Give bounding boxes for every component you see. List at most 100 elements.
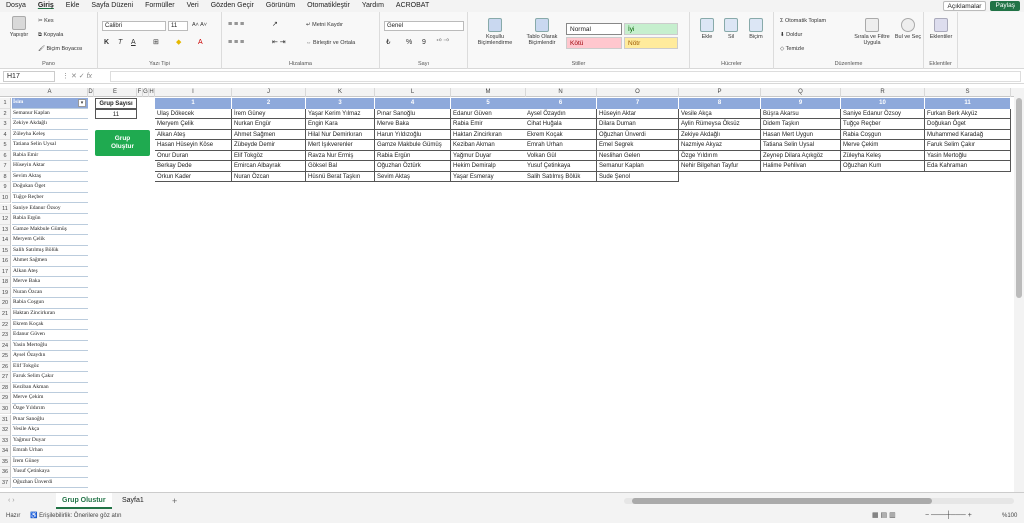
name-cell[interactable]: Hüseyin Aktar — [12, 161, 88, 172]
menu-item-0[interactable]: Dosya — [0, 0, 32, 12]
row-header[interactable]: 27 — [0, 372, 11, 383]
name-cell[interactable]: Zekiye Akdağlı — [12, 119, 88, 130]
row-header[interactable]: 18 — [0, 277, 11, 288]
name-cell[interactable]: Semanur Kaplan — [12, 109, 88, 120]
row-header[interactable]: 32 — [0, 425, 11, 436]
align-left-icons[interactable]: ≡ ≡ ≡ — [228, 39, 244, 46]
menu-item-5[interactable]: Veri — [181, 0, 205, 12]
style-neutral[interactable]: Nötr — [624, 37, 678, 49]
filter-dropdown-icon[interactable]: ▾ — [78, 99, 86, 107]
addins-button[interactable]: Eklentiler — [926, 18, 956, 40]
merge-center-button[interactable]: ⇔ Birleştir ve Ortala — [306, 40, 355, 47]
name-cell[interactable]: Merve Baka — [12, 277, 88, 288]
group-member-cell[interactable]: Neslihan Gelen — [597, 150, 679, 162]
row-header[interactable]: 28 — [0, 382, 11, 394]
name-box[interactable]: H17 — [3, 71, 55, 82]
name-cell[interactable]: Elif Tokgöz — [12, 362, 88, 373]
row-header[interactable]: 36 — [0, 467, 11, 478]
column-header-L[interactable]: L — [375, 88, 451, 97]
group-member-cell[interactable]: Yağmur Duyar — [451, 150, 526, 162]
group-member-cell[interactable]: Merve Çekim — [841, 140, 925, 151]
group-member-cell[interactable]: Aylin Rümeysa Öksüz — [679, 119, 761, 130]
group-member-cell[interactable]: Dilara Duman — [597, 119, 679, 130]
row-header[interactable]: 29 — [0, 393, 11, 404]
group-member-cell[interactable]: Didem Taşkın — [761, 119, 841, 130]
row-header[interactable]: 24 — [0, 340, 11, 352]
row-header[interactable]: 12 — [0, 214, 11, 225]
row-header[interactable]: 4 — [0, 129, 11, 141]
name-cell[interactable]: Emrah Urhan — [12, 446, 88, 457]
group-member-cell[interactable]: Cihat Huğala — [525, 119, 597, 130]
group-member-cell[interactable]: Oğuzhan Kum — [841, 161, 925, 172]
currency-icon[interactable]: ₺ — [386, 39, 390, 46]
group-member-cell[interactable]: Elif Tokgöz — [232, 150, 306, 162]
name-cell[interactable]: Vesile Akça — [12, 425, 88, 436]
column-header-N[interactable]: N — [525, 88, 597, 97]
sort-filter-button[interactable]: Sırala ve Filtre Uygula — [850, 18, 894, 46]
name-cell[interactable]: Merve Çekim — [12, 393, 88, 404]
group-member-cell[interactable]: Saniye Edanur Özsoy — [841, 108, 925, 120]
column-header-M[interactable]: M — [451, 88, 526, 97]
menu-item-6[interactable]: Gözden Geçir — [205, 0, 260, 12]
group-member-cell[interactable]: Furkan Berk Akyüz — [925, 108, 1011, 120]
name-cell[interactable]: Tuğçe Reçber — [12, 193, 88, 204]
group-member-cell[interactable]: Oğuzhan Ünverdi — [597, 129, 679, 141]
border-icon[interactable]: ⊞ — [153, 39, 159, 46]
row-header[interactable]: 6 — [0, 150, 11, 162]
group-member-cell[interactable]: Volkan Gül — [525, 150, 597, 162]
row-header[interactable]: 31 — [0, 414, 11, 426]
row-header[interactable]: 13 — [0, 224, 11, 236]
autosum-button[interactable]: Σ Otomatik Toplam — [780, 18, 826, 25]
name-cell[interactable]: Haktan Zincirkıran — [12, 309, 88, 320]
style-good[interactable]: İyi — [624, 23, 678, 35]
group-member-cell[interactable]: Rabia Coşgun — [841, 129, 925, 141]
group-member-cell[interactable]: Edanur Güven — [451, 108, 526, 120]
name-cell[interactable]: Keziban Akman — [12, 383, 88, 394]
name-cell[interactable]: Ahmet Sağmen — [12, 256, 88, 267]
name-cell[interactable]: Sevim Aktaş — [12, 172, 88, 183]
copy-button[interactable]: ⧉ Kopyala — [38, 32, 63, 39]
row-header[interactable]: 25 — [0, 351, 11, 362]
group-member-cell[interactable]: Züleyha Keleş — [841, 150, 925, 162]
group-member-cell[interactable]: Zeynep Dilara Açıkgöz — [761, 150, 841, 162]
column-header-O[interactable]: O — [597, 88, 679, 97]
row-header[interactable]: 19 — [0, 287, 11, 299]
group-member-cell[interactable]: Oğuzhan Öztürk — [375, 161, 451, 172]
row-header[interactable]: 34 — [0, 446, 11, 457]
group-member-cell[interactable]: Keziban Akman — [451, 140, 526, 151]
formula-input[interactable] — [110, 71, 1021, 82]
group-member-cell[interactable]: Harun Yıldızoğlu — [375, 129, 451, 141]
row-header[interactable]: 33 — [0, 435, 11, 447]
add-sheet-icon[interactable]: + — [166, 493, 183, 509]
name-cell[interactable]: Edanur Güven — [12, 330, 88, 341]
row-header[interactable]: 7 — [0, 161, 11, 172]
name-cell[interactable]: Gamze Makbule Gümüş — [12, 225, 88, 236]
row-header[interactable]: 16 — [0, 256, 11, 267]
name-cell[interactable]: İrem Güney — [12, 457, 88, 468]
name-cell[interactable]: Nuran Özcan — [12, 288, 88, 299]
insert-cells-button[interactable]: Ekle — [696, 18, 718, 40]
font-color-icon[interactable]: A — [198, 39, 203, 46]
column-header-E[interactable]: E — [94, 88, 137, 97]
group-member-cell[interactable]: Eda Kahraman — [925, 161, 1011, 172]
group-member-cell[interactable]: Muhammed Karadağ — [925, 129, 1011, 141]
group-member-cell[interactable]: Hüsnü Berat Taşkın — [306, 171, 375, 183]
name-cell[interactable]: Saniye Edanur Özsoy — [12, 204, 88, 215]
group-member-cell[interactable]: Ravza Nur Ermiş — [306, 150, 375, 162]
name-cell[interactable]: Yusuf Çetinkaya — [12, 467, 88, 478]
row-header[interactable]: 20 — [0, 298, 11, 309]
tab-sayfa1[interactable]: Sayfa1 — [116, 493, 150, 509]
zoom-level[interactable]: %100 — [1002, 509, 1017, 523]
group-member-cell[interactable]: Nurkan Engür — [232, 119, 306, 130]
name-cell[interactable]: Pınar Sanoğlu — [12, 415, 88, 426]
row-header[interactable]: 21 — [0, 309, 11, 320]
paste-button[interactable]: Yapıştır — [6, 16, 32, 38]
group-member-cell[interactable]: Özge Yıldırım — [679, 150, 761, 162]
group-member-cell[interactable]: Onur Duran — [155, 150, 232, 162]
italic-button[interactable]: T — [118, 39, 122, 46]
comma-button[interactable]: 9 — [422, 39, 426, 46]
orientation-icon[interactable]: ↗ — [272, 21, 278, 28]
group-member-cell[interactable]: İrem Güney — [232, 108, 306, 120]
group-member-cell[interactable]: Emrah Urhan — [525, 140, 597, 151]
group-member-cell[interactable]: Alkan Ateş — [155, 129, 232, 141]
